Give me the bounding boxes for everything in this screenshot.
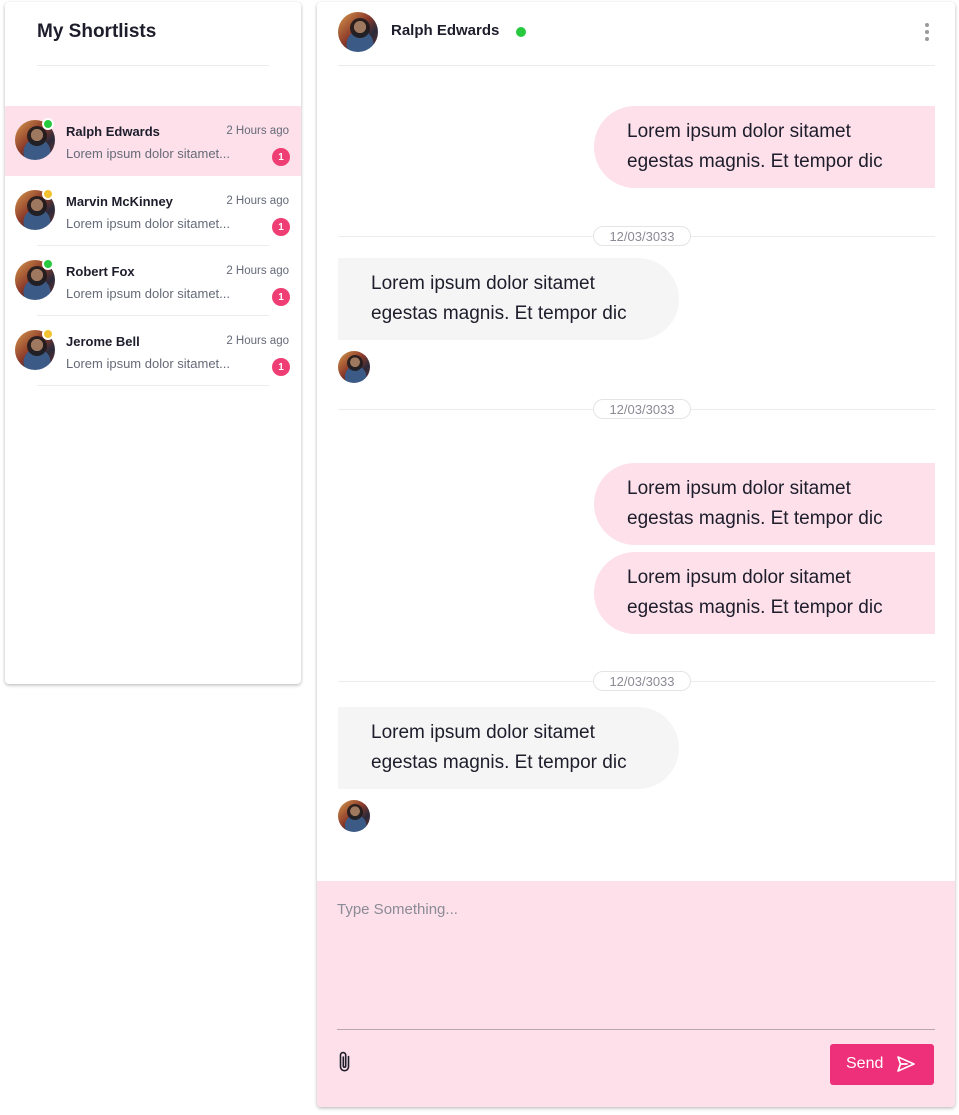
online-status-dot	[42, 258, 54, 270]
send-button[interactable]: Send	[830, 1044, 934, 1085]
send-button-label: Send	[846, 1055, 884, 1072]
message-preview: Lorem ipsum dolor sitamet...	[66, 216, 231, 231]
message-preview: Lorem ipsum dolor sitamet...	[66, 286, 231, 301]
online-status-dot	[516, 27, 526, 37]
unread-badge: 1	[272, 358, 290, 376]
unread-badge: 1	[272, 288, 290, 306]
contact-time: 2 Hours ago	[226, 265, 289, 277]
date-chip: 12/03/3033	[593, 399, 691, 419]
away-status-dot	[42, 328, 54, 340]
contact-name: Ralph Edwards	[66, 124, 160, 139]
chat-header-name: Ralph Edwards	[391, 22, 500, 39]
date-chip: 12/03/3033	[593, 226, 691, 246]
contact-name: Robert Fox	[66, 264, 135, 279]
date-chip: 12/03/3033	[593, 671, 691, 691]
sent-message-bubble: Lorem ipsum dolor sitamet egestas magnis…	[594, 552, 935, 634]
sent-message-bubble: Lorem ipsum dolor sitamet egestas magnis…	[594, 463, 935, 545]
message-preview: Lorem ipsum dolor sitamet...	[66, 146, 231, 161]
sent-message-bubble: Lorem ipsum dolor sitamet egestas magnis…	[594, 106, 935, 188]
contact-time: 2 Hours ago	[226, 125, 289, 137]
received-message-bubble: Lorem ipsum dolor sitamet egestas magnis…	[338, 258, 679, 340]
chat-header-avatar[interactable]	[338, 12, 378, 52]
divider	[338, 65, 935, 66]
contact-name: Marvin McKinney	[66, 194, 173, 209]
online-status-dot	[42, 118, 54, 130]
away-status-dot	[42, 188, 54, 200]
message-composer: Send	[317, 881, 955, 1107]
more-vertical-icon[interactable]	[917, 20, 937, 44]
contact-item-marvin-mckinney[interactable]: Marvin McKinney 2 Hours ago Lorem ipsum …	[5, 176, 301, 246]
contact-item-jerome-bell[interactable]: Jerome Bell 2 Hours ago Lorem ipsum dolo…	[5, 316, 301, 386]
contact-time: 2 Hours ago	[226, 195, 289, 207]
paperclip-icon[interactable]	[336, 1050, 354, 1074]
shortlist-panel: My Shortlists Ralph Edwards 2 Hours ago …	[5, 2, 301, 684]
received-message-bubble: Lorem ipsum dolor sitamet egestas magnis…	[338, 707, 679, 789]
chat-panel: Ralph Edwards Lorem ipsum dolor sitamet …	[317, 2, 955, 1107]
contact-item-robert-fox[interactable]: Robert Fox 2 Hours ago Lorem ipsum dolor…	[5, 246, 301, 316]
divider	[337, 1029, 935, 1030]
contact-item-ralph-edwards[interactable]: Ralph Edwards 2 Hours ago Lorem ipsum do…	[5, 106, 301, 176]
unread-badge: 1	[272, 218, 290, 236]
contact-name: Jerome Bell	[66, 334, 140, 349]
sender-avatar	[338, 351, 370, 383]
contact-time: 2 Hours ago	[226, 335, 289, 347]
send-icon	[896, 1055, 916, 1073]
shortlist-title: My Shortlists	[37, 21, 157, 42]
divider	[37, 385, 269, 386]
divider	[37, 65, 269, 66]
sender-avatar	[338, 800, 370, 832]
message-input[interactable]	[337, 901, 935, 1009]
unread-badge: 1	[272, 148, 290, 166]
message-preview: Lorem ipsum dolor sitamet...	[66, 356, 231, 371]
